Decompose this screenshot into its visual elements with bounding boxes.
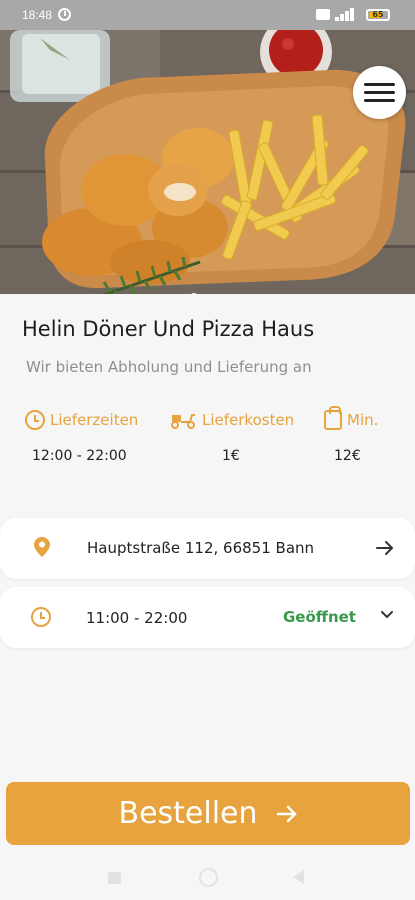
food-photo xyxy=(0,30,415,294)
order-button[interactable]: Bestellen xyxy=(6,782,410,845)
min-order-value: 12€ xyxy=(334,448,361,464)
address-text: Hauptstraße 112, 66851 Bann xyxy=(87,539,315,557)
shopping-bag-icon xyxy=(324,406,342,430)
delivery-times-info: Lieferzeiten 12:00 - 22:00 xyxy=(25,410,139,464)
opening-hours-card[interactable]: 11:00 - 22:00 Geöffnet xyxy=(0,587,415,648)
location-pin-icon xyxy=(34,537,50,557)
restaurant-name: Helin Döner Und Pizza Haus xyxy=(22,317,315,341)
scooter-icon xyxy=(171,414,195,429)
min-order-label: Min. xyxy=(347,411,379,429)
carousel-pager xyxy=(190,293,221,294)
delivery-cost-info: Lieferkosten 1€ xyxy=(170,410,295,464)
delivery-cost-value: 1€ xyxy=(222,448,240,464)
clock-icon xyxy=(25,410,45,430)
min-order-info: Min. 12€ xyxy=(324,406,379,464)
chevron-down-icon[interactable] xyxy=(380,609,394,621)
status-time: 18:48 xyxy=(22,8,53,22)
hero-image-carousel[interactable] xyxy=(0,30,415,294)
delivery-cost-label: Lieferkosten xyxy=(202,411,295,429)
menu-button[interactable] xyxy=(353,66,406,119)
home-button[interactable] xyxy=(199,868,218,887)
signal-icon xyxy=(335,8,359,21)
address-card[interactable]: Hauptstraße 112, 66851 Bann xyxy=(0,518,415,579)
status-bar: 18:48 65 xyxy=(0,0,415,30)
arrow-right-icon xyxy=(276,805,297,822)
restaurant-tagline: Wir bieten Abholung und Lieferung an xyxy=(26,358,312,376)
battery-icon: 65 xyxy=(366,9,390,21)
back-button[interactable] xyxy=(293,870,304,884)
recent-apps-button[interactable] xyxy=(108,872,121,884)
sim-icon xyxy=(316,9,330,20)
pager-dot-active[interactable] xyxy=(190,293,198,294)
opening-hours-text: 11:00 - 22:00 xyxy=(86,609,188,627)
delivery-times-value: 12:00 - 22:00 xyxy=(32,448,127,464)
system-nav-bar xyxy=(0,850,415,900)
arrow-right-icon[interactable] xyxy=(375,540,395,556)
clock-icon xyxy=(31,607,51,627)
order-button-label: Bestellen xyxy=(118,796,258,831)
alarm-icon xyxy=(58,8,71,21)
open-status-badge: Geöffnet xyxy=(283,608,356,626)
battery-level: 65 xyxy=(372,10,384,19)
delivery-times-label: Lieferzeiten xyxy=(50,411,139,429)
